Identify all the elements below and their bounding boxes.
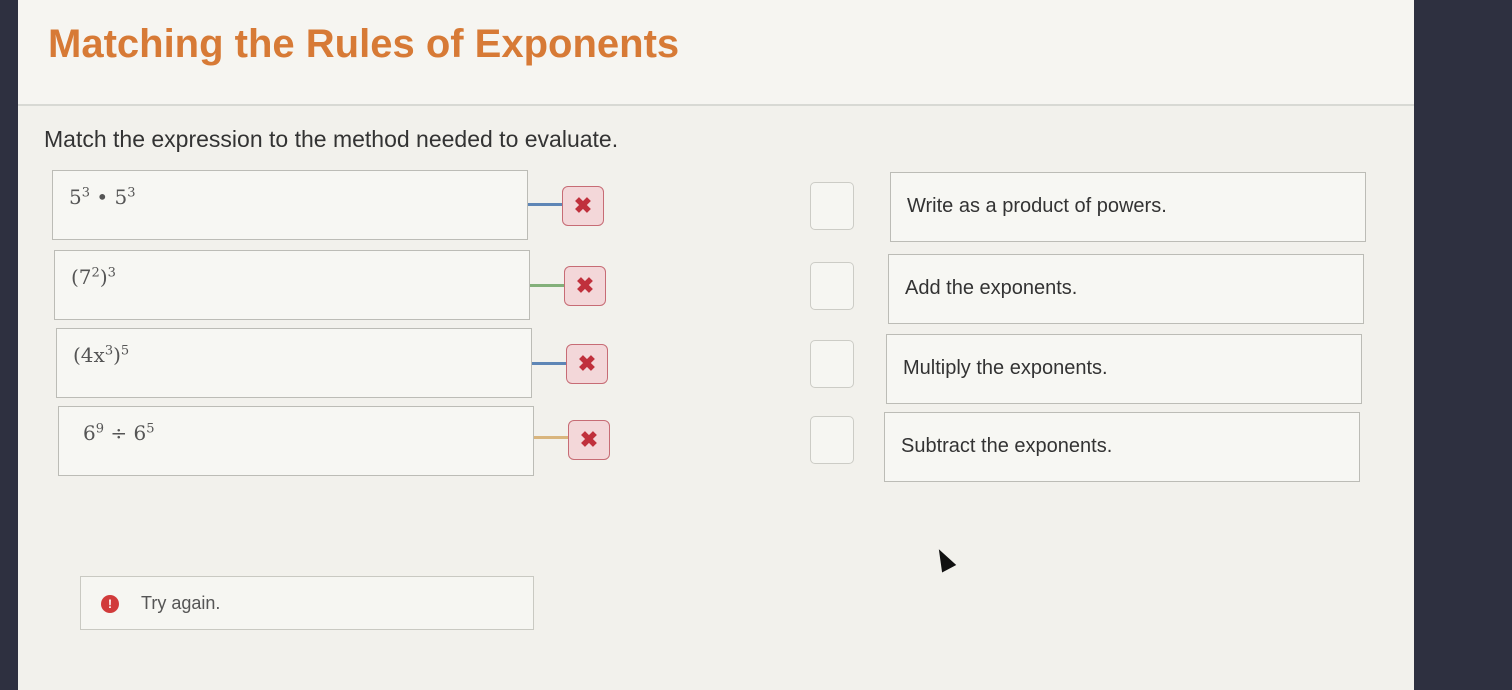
- close-icon: ✖: [575, 273, 595, 298]
- activity-panel: Matching the Rules of Exponents Match th…: [18, 0, 1414, 690]
- remove-match-button[interactable]: ✖: [568, 420, 610, 460]
- mouse-pointer-icon: [931, 545, 957, 573]
- method-label: Add the exponents.: [905, 277, 1078, 299]
- drop-slot[interactable]: [810, 416, 854, 464]
- feedback-message: ! Try again.: [80, 576, 534, 630]
- feedback-text: Try again.: [141, 593, 221, 613]
- remove-match-button[interactable]: ✖: [564, 266, 606, 306]
- base: 5: [114, 185, 128, 209]
- expression-quotient-of-powers: 69 ÷ 65: [83, 421, 155, 445]
- header-bar: Matching the Rules of Exponents: [18, 0, 1414, 106]
- remove-match-button[interactable]: ✖: [562, 186, 604, 226]
- base: (4x: [73, 343, 105, 367]
- operator: •: [90, 185, 115, 209]
- method-label: Subtract the exponents.: [901, 435, 1113, 457]
- expression-card[interactable]: (72)3: [54, 250, 530, 320]
- page-title: Matching the Rules of Exponents: [48, 22, 680, 66]
- exponent: 2: [91, 265, 100, 281]
- method-card[interactable]: Subtract the exponents.: [884, 412, 1360, 482]
- instruction-text: Match the expression to the method neede…: [44, 126, 619, 152]
- close-icon: ✖: [577, 351, 597, 376]
- match-connector: [532, 362, 566, 365]
- alert-icon: !: [101, 595, 119, 613]
- exponent: 3: [104, 343, 114, 359]
- drop-slot[interactable]: [810, 182, 854, 230]
- remove-match-button[interactable]: ✖: [566, 344, 608, 384]
- base: (7: [71, 265, 92, 289]
- base: 5: [69, 185, 82, 209]
- match-connector: [528, 203, 562, 206]
- exponent: 5: [146, 421, 155, 437]
- exponent: 3: [81, 185, 91, 201]
- paren: ): [99, 265, 108, 289]
- paren: ): [113, 343, 121, 367]
- method-card[interactable]: Write as a product of powers.: [890, 172, 1366, 242]
- exponent: 3: [127, 185, 136, 201]
- match-connector: [530, 284, 564, 287]
- method-label: Write as a product of powers.: [907, 195, 1167, 217]
- expression-card[interactable]: 53 • 53: [52, 170, 528, 240]
- match-connector: [534, 436, 568, 439]
- expression-power-of-power: (72)3: [71, 265, 116, 289]
- expression-card[interactable]: (4x3)5: [56, 328, 532, 398]
- drop-slot[interactable]: [810, 262, 854, 310]
- expression-card[interactable]: 69 ÷ 65: [58, 406, 534, 476]
- exponent: 3: [107, 265, 116, 281]
- method-card[interactable]: Multiply the exponents.: [886, 334, 1362, 404]
- expression-power-of-product: (4x3)5: [73, 343, 129, 367]
- exponent: 5: [120, 343, 130, 359]
- expression-product-of-powers: 53 • 53: [69, 185, 136, 209]
- close-icon: ✖: [579, 427, 599, 452]
- close-icon: ✖: [573, 193, 593, 218]
- base: 6: [133, 421, 147, 445]
- operator: ÷: [104, 421, 134, 445]
- exponent: 9: [95, 421, 105, 437]
- method-label: Multiply the exponents.: [903, 357, 1108, 379]
- drop-slot[interactable]: [810, 340, 854, 388]
- base: 6: [83, 421, 96, 445]
- method-card[interactable]: Add the exponents.: [888, 254, 1364, 324]
